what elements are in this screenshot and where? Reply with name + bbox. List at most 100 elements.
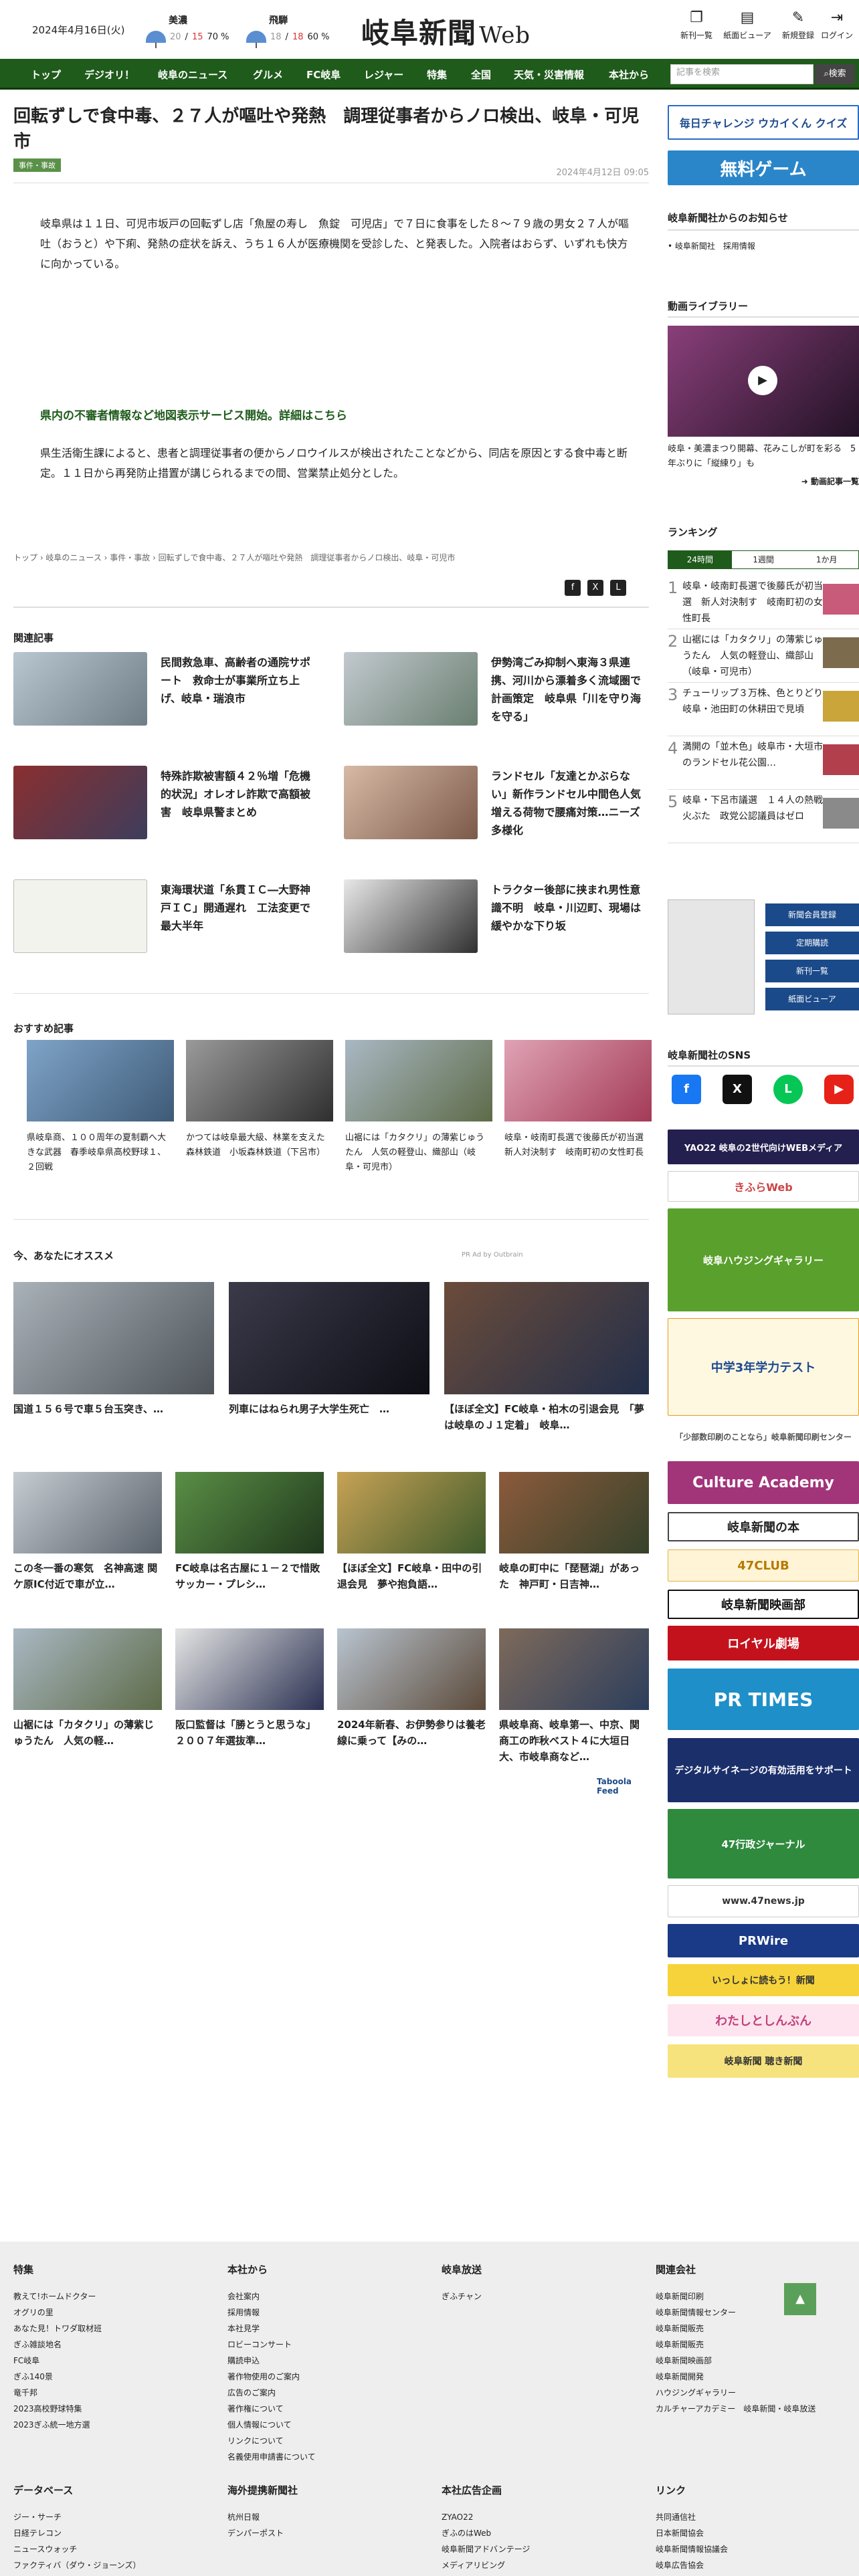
ranking-item[interactable]: 4 満開の「並木色」岐阜市・大垣市のランドセル花公園… — [668, 736, 859, 790]
related-item[interactable]: 伊勢湾ごみ抑制へ東海３県連携、河川から漂着多く流域圏で計画策定 岐阜県「川を守り… — [344, 652, 658, 739]
nav-weather[interactable]: 天気・災害情報 — [514, 68, 584, 82]
culture-academy-banner[interactable]: Culture Academy — [668, 1461, 859, 1504]
foryou-item[interactable]: この冬一番の寒気 名神高速 関ケ原IC付近で車が立… — [13, 1472, 162, 1592]
nav-company[interactable]: 本社から — [609, 68, 649, 82]
footer-col-overseas: 海外提携新聞社 杭州日報 デンパーポスト — [227, 2484, 298, 2538]
royal-theater-banner[interactable]: ロイヤル劇場 — [668, 1626, 859, 1660]
viewer-side-button[interactable]: 紙面ビューア — [765, 988, 859, 1010]
newspaper-list-button[interactable]: ❐ 新刊一覧 — [672, 11, 721, 41]
nav-gifu-news[interactable]: 岐阜のニュース — [158, 68, 227, 82]
video-thumbnail[interactable]: ▶ — [668, 326, 859, 437]
foryou-item[interactable]: 岐阜の町中に「琵琶湖」があった 神戸町・日吉神… — [499, 1472, 649, 1592]
facebook-share-icon[interactable]: f — [565, 580, 581, 596]
foryou-item[interactable]: 列車にはねられ男子大学生死亡 … — [229, 1282, 430, 1417]
tab-24h[interactable]: 24時間 — [668, 551, 732, 568]
signage-banner[interactable]: デジタルサイネージの有効活用をサポート — [668, 1738, 859, 1802]
line-icon[interactable]: L — [773, 1075, 803, 1104]
footer-col-company: 本社から 会社案内 採用情報 本社見学 ロビーコンサート 購読申込 著作物使用のご案内 広告… — [227, 2264, 316, 2462]
foryou-item[interactable]: FC岐阜は名古屋に１－２で惜敗 サッカー・プレシ… — [175, 1472, 330, 1592]
x-icon[interactable]: X — [723, 1075, 752, 1104]
weather-mino: 美濃 20/15 70 % — [146, 13, 229, 48]
newspaper-image[interactable] — [668, 899, 755, 1014]
top-header: 2024年4月16日(火) 美濃 20/15 70 % 飛騨 18/18 60 … — [0, 0, 859, 59]
prtimes-banner[interactable]: PR TIMES — [668, 1669, 859, 1730]
foryou-item[interactable]: 山裾には「カタクリ」の薄紫じゅうたん 人気の軽… — [13, 1628, 162, 1749]
ranking-heading: ランキング — [668, 526, 718, 538]
gyosei-journal-banner[interactable]: 47行政ジャーナル — [668, 1809, 859, 1879]
site-logo[interactable]: 岐阜新聞 Web — [361, 11, 531, 51]
related-item[interactable]: 特殊詐欺被害額４２％増「危機的状況」オレオレ詐欺で高額被害 岐阜県警まとめ — [13, 766, 328, 853]
foryou-item[interactable]: 県岐阜商、岐阜第一、中京、関商工の昨秋ベスト４に大垣日大、市岐阜商など… — [499, 1628, 649, 1765]
ranking-item[interactable]: 5 岐阜・下呂市議選 １４人の熱戦火ぶた 政党公認議員はゼロ — [668, 790, 859, 843]
member-register-button[interactable]: 新聞会員登録 — [765, 903, 859, 926]
yao22-banner[interactable]: YAO22 岐阜の2世代向けWEBメディア — [668, 1130, 859, 1164]
printing-banner[interactable]: 「少部数印刷のことなら」岐阜新聞印刷センター — [668, 1421, 859, 1452]
related-item[interactable]: 民間救急車、高齢者の通院サポート 救命士が事業所立ち上げ、岐阜・瑞浪市 — [13, 652, 328, 739]
ranking-item[interactable]: 2 山裾には「カタクリ」の薄紫じゅうたん 人気の軽登山、織部山（岐阜・可児市） — [668, 629, 859, 683]
nav-digiori[interactable]: デジオリ！ — [84, 68, 134, 82]
kifura-banner[interactable]: きふらWeb — [668, 1171, 859, 1202]
search-input[interactable]: 記事を検索 — [670, 64, 814, 84]
47news-banner[interactable]: www.47news.jp — [668, 1885, 859, 1917]
newspaper-list-side-button[interactable]: 新刊一覧 — [765, 960, 859, 982]
related-item[interactable]: 東海環状道「糸貫ＩＣ―大野神戸ＩＣ」開通遅れ 工法変更で最大半年 — [13, 879, 328, 966]
watashi-shinbun-banner[interactable]: わたしとしんぶん — [668, 2004, 859, 2036]
foryou-item[interactable]: 阪口監督は「勝とうと思うな」 ２００７年選抜準… — [175, 1628, 324, 1749]
article-paragraph: 岐阜県は１１日、可児市坂戸の回転ずし店「魚屋の寿し 魚錠 可児店」で７日に食事を… — [40, 217, 630, 270]
breadcrumb[interactable]: トップ › 岐阜のニュース › 事件・事故 › 回転ずしで食中毒、２７人が嘔吐や… — [13, 552, 455, 563]
ranking-item[interactable]: 3 チューリップ３万株、色とりどり 岐阜・池田町の休耕田で見頃 — [668, 683, 859, 736]
nav-gourmet[interactable]: グルメ — [253, 68, 283, 82]
audio-newspaper-banner[interactable]: 岐阜新聞 聴き新聞 — [668, 2044, 859, 2078]
nav-fcgifu[interactable]: FC岐阜 — [306, 68, 341, 82]
facebook-icon[interactable]: f — [672, 1075, 701, 1104]
game-banner[interactable]: 無料ゲーム — [668, 150, 859, 185]
footer-col-links: リンク 共同通信社 日本新聞協会 岐阜新聞情報協議会 岐阜広告協会 — [656, 2484, 729, 2570]
ranking-item[interactable]: 1 岐阜・岐南町長選で後藤氏が初当選 新人対決制す 岐南町初の女性町長 — [668, 576, 859, 629]
nav-leisure[interactable]: レジャー — [364, 68, 403, 82]
nav-feature[interactable]: 特集 — [427, 68, 447, 82]
foryou-item[interactable]: 国道１５６号で車５台玉突き、… — [13, 1282, 214, 1417]
related-heading: 関連記事 — [13, 632, 54, 644]
x-share-icon[interactable]: X — [587, 580, 603, 596]
recommend-item[interactable]: 岐阜・岐南町長選で後藤氏が初当選 新人対決制す 岐南町初の女性町長 — [504, 1040, 652, 1174]
alert-link[interactable]: 県内の不審者情報など地図表示サービス開始。詳細はこちら — [40, 406, 347, 423]
foryou-item[interactable]: 2024年新春、お伊勢参りは養老線に乗って【みの… — [337, 1628, 486, 1749]
baseball-image — [27, 1040, 174, 1121]
youtube-icon[interactable]: ▶ — [824, 1075, 854, 1104]
foryou-item[interactable]: 【ほぼ全文】FC岐阜・田中の引退会見 夢や抱負語… — [337, 1472, 486, 1592]
tab-week[interactable]: 1週間 — [732, 551, 795, 568]
video-caption[interactable]: 岐阜・美濃まつり開幕、花みこしが町を彩る 5年ぶりに「縦練り」も — [668, 442, 859, 471]
related-item[interactable]: トラクター後部に挟まれ男性意識不明 岐阜・川辺町、現場は緩やかな下り坂 — [344, 879, 658, 966]
foryou-item[interactable]: 【ほぼ全文】FC岐阜・柏木の引退会見 「夢は岐阜のＪ１定着」 岐阜… — [444, 1282, 649, 1433]
recommend-item[interactable]: 山裾には「カタクリ」の薄紫じゅうたん 人気の軽登山、織部山（岐阜・可児市） — [345, 1040, 492, 1174]
related-item[interactable]: ランドセル「友達とかぶらない」新作ランドセル中間色人気 増える荷物で腰痛対策…ニ… — [344, 766, 658, 853]
taboola-feed-label[interactable]: Taboola Feed — [597, 1777, 649, 1796]
housing-gallery-banner[interactable]: 岐阜ハウジングギャラリー — [668, 1208, 859, 1311]
weather-hida: 飛騨 18/18 60 % — [246, 13, 330, 48]
quiz-banner[interactable]: 毎日チャレンジ ウカイくん クイズ — [668, 105, 859, 140]
line-share-icon[interactable]: L — [610, 580, 626, 596]
read-together-banner[interactable]: いっしょに読もう！新聞 — [668, 1964, 859, 1996]
viewer-button[interactable]: ▤ 紙面ビューア — [723, 11, 772, 41]
tab-month[interactable]: 1か月 — [795, 551, 858, 568]
notice-link[interactable]: • 岐阜新聞社 採用情報 — [668, 240, 755, 251]
gakuryoku-test-banner[interactable]: 中学3年学力テスト — [668, 1318, 859, 1416]
category-badge[interactable]: 事件・事故 — [13, 158, 61, 172]
movie-club-banner[interactable]: 岐阜新聞映画部 — [668, 1590, 859, 1619]
subscribe-button[interactable]: 定期購読 — [765, 932, 859, 954]
gifu-books-banner[interactable]: 岐阜新聞の本 — [668, 1512, 859, 1541]
sns-heading: 岐阜新聞社のSNS — [668, 1049, 751, 1061]
play-icon[interactable]: ▶ — [748, 366, 777, 395]
ambulance-image — [13, 652, 147, 726]
recommend-item[interactable]: かつては岐阜最大級、林業を支えた森林鉄道 小坂森林鉄道（下呂市） — [186, 1040, 333, 1174]
prwire-banner[interactable]: PRWire — [668, 1924, 859, 1957]
umbrella-icon — [146, 31, 166, 48]
recommend-item[interactable]: 県岐阜商、１００周年の夏制覇へ大きな武器 春季岐阜県高校野球１、２回戦 — [27, 1040, 174, 1174]
article-paragraph: 県生活衛生課によると、患者と調理従事者の便からノロウイルスが検出されたことなどか… — [40, 447, 628, 479]
nav-national[interactable]: 全国 — [471, 68, 491, 82]
search-button[interactable]: ⌕検索 — [815, 64, 855, 84]
login-button[interactable]: ⇥ ログイン — [812, 11, 859, 41]
47club-banner[interactable]: 47CLUB — [668, 1549, 859, 1582]
nav-top[interactable]: トップ — [31, 68, 61, 82]
video-more-link[interactable]: ➜ 動画記事一覧 — [801, 475, 859, 487]
